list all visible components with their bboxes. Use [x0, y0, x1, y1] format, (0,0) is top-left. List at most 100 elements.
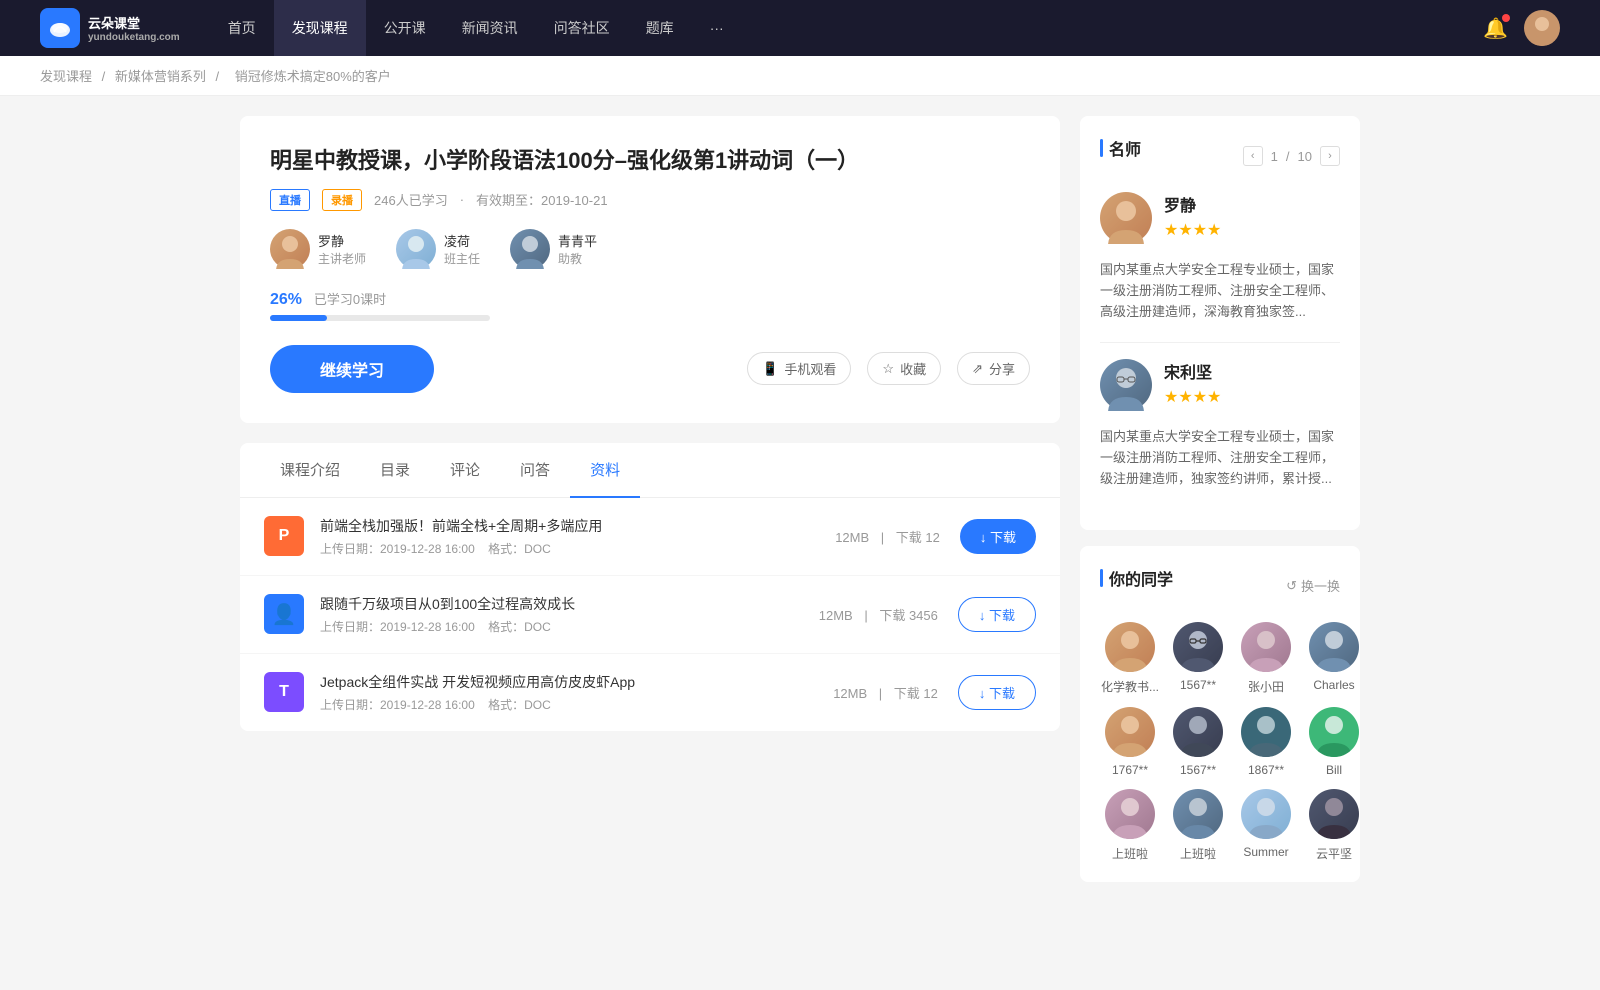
breadcrumb-item-1[interactable]: 新媒体营销系列	[115, 69, 206, 84]
classmate-2: 张小田	[1236, 622, 1296, 695]
share-label: 分享	[989, 359, 1015, 378]
logo[interactable]: 云朵课堂 yundouketang.com	[40, 8, 180, 48]
classmate-2-name: 张小田	[1236, 678, 1296, 695]
sidebar-teacher-1: 宋利坚 ★★★★	[1100, 359, 1340, 411]
course-meta: 直播 录播 246人已学习 · 有效期至：2019-10-21	[270, 189, 1030, 211]
classmates-card-title: 你的同学	[1100, 566, 1173, 590]
resource-info-2: Jetpack全组件实战 开发短视频应用高仿皮皮虾App 上传日期：2019-1…	[320, 672, 813, 713]
classmate-11-avatar[interactable]	[1309, 789, 1359, 839]
teachers-list: 罗静 主讲老师 凌荷 班主任	[270, 229, 1030, 269]
tab-comment[interactable]: 评论	[430, 443, 500, 498]
classmate-6: 1867**	[1236, 707, 1296, 777]
classmate-1: 1567**	[1168, 622, 1228, 695]
divider	[1100, 342, 1340, 343]
continue-button[interactable]: 继续学习	[270, 345, 434, 393]
classmate-9-avatar[interactable]	[1173, 789, 1223, 839]
breadcrumb-item-2: 销冠修炼术搞定80%的客户	[235, 69, 391, 84]
sidebar-teacher-0: 罗静 ★★★★	[1100, 192, 1340, 244]
classmate-10: Summer	[1236, 789, 1296, 862]
resource-item-0: P 前端全栈加强版！前端全栈+全周期+多端应用 上传日期：2019-12-28 …	[240, 498, 1060, 576]
classmate-4-avatar[interactable]	[1105, 707, 1155, 757]
nav-home[interactable]: 首页	[210, 0, 274, 56]
nav-items: 首页 发现课程 公开课 新闻资讯 问答社区 题库 ···	[210, 0, 1483, 56]
classmate-0-avatar[interactable]	[1105, 622, 1155, 672]
resource-stats-2: 12MB | 下载 12	[829, 683, 942, 702]
classmate-1-name: 1567**	[1168, 678, 1228, 692]
download-button-0[interactable]: ↓ 下载	[960, 519, 1036, 554]
pager-next[interactable]: ›	[1320, 146, 1340, 166]
badge-record: 录播	[322, 189, 362, 211]
classmate-3-avatar[interactable]	[1309, 622, 1359, 672]
download-button-2[interactable]: ↓ 下载	[958, 675, 1036, 710]
pager-total: 10	[1298, 149, 1312, 164]
download-button-1[interactable]: ↓ 下载	[958, 597, 1036, 632]
progress-bar-bg	[270, 315, 490, 321]
classmate-2-avatar[interactable]	[1241, 622, 1291, 672]
mobile-watch-button[interactable]: 📱 手机观看	[747, 352, 851, 385]
resource-item-1: 👤 跟随千万级项目从0到100全过程高效成长 上传日期：2019-12-28 1…	[240, 576, 1060, 654]
breadcrumb: 发现课程 / 新媒体营销系列 / 销冠修炼术搞定80%的客户	[0, 56, 1600, 96]
tab-intro[interactable]: 课程介绍	[260, 443, 360, 498]
teacher-0-role: 主讲老师	[318, 250, 366, 267]
logo-sub: yundouketang.com	[88, 32, 180, 43]
teacher-2: 青青平 助教	[510, 229, 597, 269]
user-avatar[interactable]	[1524, 10, 1560, 46]
nav-more[interactable]: ···	[692, 0, 742, 56]
nav-open[interactable]: 公开课	[366, 0, 444, 56]
resource-item-2: T Jetpack全组件实战 开发短视频应用高仿皮皮虾App 上传日期：2019…	[240, 654, 1060, 731]
collect-button[interactable]: ☆ 收藏	[867, 352, 941, 385]
nav-discover[interactable]: 发现课程	[274, 0, 366, 56]
resource-meta-0: 上传日期：2019-12-28 16:00 格式：DOC	[320, 540, 815, 557]
sidebar-teacher-1-avatar	[1100, 359, 1152, 411]
sidebar-teacher-1-info: 宋利坚 ★★★★	[1164, 359, 1221, 411]
sidebar-pager: ‹ 1/10 ›	[1243, 146, 1340, 166]
logo-icon	[40, 8, 80, 48]
teacher-0: 罗静 主讲老师	[270, 229, 366, 269]
teacher-2-name: 青青平	[558, 231, 597, 250]
teacher-0-info: 罗静 主讲老师	[318, 231, 366, 267]
classmate-11: 云平坚	[1304, 789, 1364, 862]
classmates-card: 你的同学 ↺ 换一换 化学教书...	[1080, 546, 1360, 882]
share-button[interactable]: ⇗ 分享	[957, 352, 1030, 385]
classmate-6-avatar[interactable]	[1241, 707, 1291, 757]
classmate-0-name: 化学教书...	[1100, 678, 1160, 695]
classmate-1-avatar[interactable]	[1173, 622, 1223, 672]
course-card: 明星中教授课，小学阶段语法100分–强化级第1讲动词（一） 直播 录播 246人…	[240, 116, 1060, 423]
classmate-10-name: Summer	[1236, 845, 1296, 859]
progress-section: 26% 已学习0课时	[270, 289, 1030, 321]
classmate-7: Bill	[1304, 707, 1364, 777]
tab-qa[interactable]: 问答	[500, 443, 570, 498]
classmate-5-avatar[interactable]	[1173, 707, 1223, 757]
course-title: 明星中教授课，小学阶段语法100分–强化级第1讲动词（一）	[270, 146, 1030, 177]
nav-qa[interactable]: 问答社区	[536, 0, 628, 56]
classmate-4-name: 1767**	[1100, 763, 1160, 777]
resource-stats-0: 12MB | 下载 12	[831, 527, 944, 546]
classmate-0: 化学教书...	[1100, 622, 1160, 695]
tab-resource[interactable]: 资料	[570, 443, 640, 498]
breadcrumb-item-0[interactable]: 发现课程	[40, 69, 92, 84]
refresh-button[interactable]: ↺ 换一换	[1286, 576, 1340, 595]
tab-catalog[interactable]: 目录	[360, 443, 430, 498]
resources-list: P 前端全栈加强版！前端全栈+全周期+多端应用 上传日期：2019-12-28 …	[240, 498, 1060, 731]
sidebar-teacher-0-avatar	[1100, 192, 1152, 244]
classmate-6-name: 1867**	[1236, 763, 1296, 777]
nav-quiz[interactable]: 题库	[628, 0, 692, 56]
progress-bar-fill	[270, 315, 327, 321]
course-actions: 继续学习 📱 手机观看 ☆ 收藏 ⇗ 分享	[270, 345, 1030, 393]
course-students: 246人已学习	[374, 190, 448, 209]
mobile-icon: 📱	[762, 361, 778, 377]
resource-icon-1: 👤	[264, 594, 304, 634]
classmate-7-avatar[interactable]	[1309, 707, 1359, 757]
resource-meta-2: 上传日期：2019-12-28 16:00 格式：DOC	[320, 696, 813, 713]
classmate-11-name: 云平坚	[1304, 845, 1364, 862]
nav-news[interactable]: 新闻资讯	[444, 0, 536, 56]
teacher-1-info: 凌荷 班主任	[444, 231, 480, 267]
classmate-8-avatar[interactable]	[1105, 789, 1155, 839]
pager-prev[interactable]: ‹	[1243, 146, 1263, 166]
course-valid-period: 有效期至：2019-10-21	[476, 190, 608, 209]
resource-title-1: 跟随千万级项目从0到100全过程高效成长	[320, 594, 799, 614]
bell-button[interactable]: 🔔	[1483, 16, 1508, 41]
classmate-10-avatar[interactable]	[1241, 789, 1291, 839]
classmate-4: 1767**	[1100, 707, 1160, 777]
navbar: 云朵课堂 yundouketang.com 首页 发现课程 公开课 新闻资讯 问…	[0, 0, 1600, 56]
